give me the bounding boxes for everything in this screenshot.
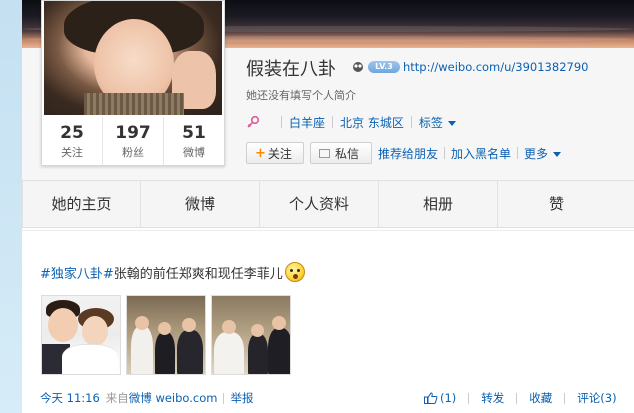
tab-album[interactable]: 相册 bbox=[379, 181, 498, 227]
hashtag-link[interactable]: #独家八卦# bbox=[40, 263, 114, 282]
favorite-button[interactable]: 收藏 bbox=[529, 390, 552, 406]
post-actions: (1) 转发 收藏 评论(3) bbox=[424, 390, 617, 406]
stat-posts-label: 微博 bbox=[183, 146, 205, 159]
divider bbox=[468, 392, 470, 404]
follow-button[interactable]: + 关注 bbox=[246, 142, 304, 164]
divider bbox=[410, 116, 412, 128]
divider bbox=[517, 147, 519, 159]
chevron-down-icon bbox=[553, 151, 562, 157]
chevron-down-icon bbox=[447, 120, 456, 126]
stat-followers-count: 197 bbox=[115, 123, 151, 143]
photo-shape bbox=[268, 328, 290, 374]
post-images bbox=[41, 295, 296, 375]
report-link[interactable]: 举报 bbox=[230, 390, 253, 406]
stat-posts[interactable]: 51 微博 bbox=[163, 117, 224, 165]
photo-shape bbox=[248, 334, 268, 374]
tags-label: 标签 bbox=[418, 115, 443, 130]
source-prefix: 来自 bbox=[105, 391, 129, 405]
tab-weibo[interactable]: 微博 bbox=[141, 181, 260, 227]
plus-icon: + bbox=[255, 145, 266, 161]
message-icon bbox=[319, 148, 330, 158]
comment-button[interactable]: 评论(3) bbox=[577, 390, 616, 406]
forward-button[interactable]: 转发 bbox=[481, 390, 504, 406]
photo-shape bbox=[131, 326, 153, 374]
source-link[interactable]: 微博 weibo.com bbox=[129, 390, 218, 406]
post-body: 张翰的前任郑爽和现任李菲儿 bbox=[113, 266, 283, 282]
like-count: (1) bbox=[440, 391, 457, 405]
photo-shape bbox=[62, 344, 118, 374]
follow-label: 关注 bbox=[267, 146, 292, 161]
more-label: 更多 bbox=[524, 146, 549, 161]
photo-shape bbox=[82, 316, 108, 346]
stat-following-count: 25 bbox=[60, 123, 84, 143]
photo-shape bbox=[177, 330, 203, 374]
post-image[interactable] bbox=[41, 295, 121, 375]
eye-icon bbox=[353, 62, 363, 72]
tab-likes[interactable]: 赞 bbox=[498, 181, 615, 227]
photo-shape bbox=[182, 318, 196, 332]
avatar[interactable] bbox=[44, 1, 222, 115]
photo-shape bbox=[222, 320, 236, 334]
more-dropdown[interactable]: 更多 bbox=[524, 145, 562, 162]
profile-tabs: 她的主页 微博 个人资料 相册 赞 bbox=[22, 180, 634, 228]
tab-profile[interactable]: 个人资料 bbox=[260, 181, 379, 227]
photo-shape bbox=[135, 316, 149, 330]
thumbs-up-icon bbox=[424, 392, 438, 404]
profile-meta: 白羊座 北京 东城区 标签 bbox=[246, 114, 456, 130]
recommend-link[interactable]: 推荐给朋友 bbox=[378, 145, 438, 162]
tags-dropdown[interactable]: 标签 bbox=[419, 114, 456, 131]
divider bbox=[223, 392, 225, 404]
stat-followers[interactable]: 197 粉丝 bbox=[102, 117, 163, 165]
user-name: 假装在八卦 bbox=[246, 59, 336, 80]
message-button[interactable]: 私信 bbox=[310, 142, 372, 164]
post-image[interactable] bbox=[126, 295, 206, 375]
post-time-link[interactable]: 今天 11:16 bbox=[40, 390, 100, 406]
photo-shape bbox=[214, 332, 244, 374]
avatar-shirt bbox=[84, 93, 184, 115]
zodiac-link[interactable]: 白羊座 bbox=[289, 114, 325, 131]
photo-shape bbox=[158, 322, 171, 335]
avatar-card: 25 关注 197 粉丝 51 微博 bbox=[41, 0, 225, 166]
stat-posts-count: 51 bbox=[182, 123, 206, 143]
divider bbox=[332, 116, 334, 128]
female-icon bbox=[247, 115, 260, 128]
like-button[interactable]: (1) bbox=[424, 391, 456, 405]
post-image[interactable] bbox=[211, 295, 291, 375]
photo-shape bbox=[155, 332, 175, 374]
surprised-emoji-icon bbox=[284, 262, 305, 282]
stat-followers-label: 粉丝 bbox=[122, 146, 144, 159]
profile-stats: 25 关注 197 粉丝 51 微博 bbox=[42, 117, 224, 165]
photo-shape bbox=[48, 308, 78, 342]
profile-url-link[interactable]: http://weibo.com/u/3901382790 bbox=[403, 60, 588, 74]
divider bbox=[516, 392, 518, 404]
divider bbox=[281, 116, 282, 128]
photo-shape bbox=[251, 324, 264, 337]
level-badge[interactable]: LV.3 bbox=[368, 61, 400, 73]
profile-actions: + 关注 私信 推荐给朋友 加入黑名单 更多 bbox=[246, 142, 562, 164]
location-link[interactable]: 北京 东城区 bbox=[340, 114, 404, 131]
tab-home[interactable]: 她的主页 bbox=[22, 181, 141, 227]
photo-shape bbox=[272, 316, 286, 330]
post-text: #独家八卦# 张翰的前任郑爽和现任李菲儿 bbox=[40, 262, 305, 282]
divider bbox=[444, 147, 446, 159]
stat-following-label: 关注 bbox=[61, 146, 83, 159]
stat-following[interactable]: 25 关注 bbox=[42, 117, 102, 165]
page-background bbox=[0, 0, 22, 413]
user-bio: 她还没有填写个人简介 bbox=[246, 89, 356, 102]
blacklist-link[interactable]: 加入黑名单 bbox=[451, 145, 511, 162]
divider bbox=[564, 392, 566, 404]
message-label: 私信 bbox=[335, 146, 360, 161]
